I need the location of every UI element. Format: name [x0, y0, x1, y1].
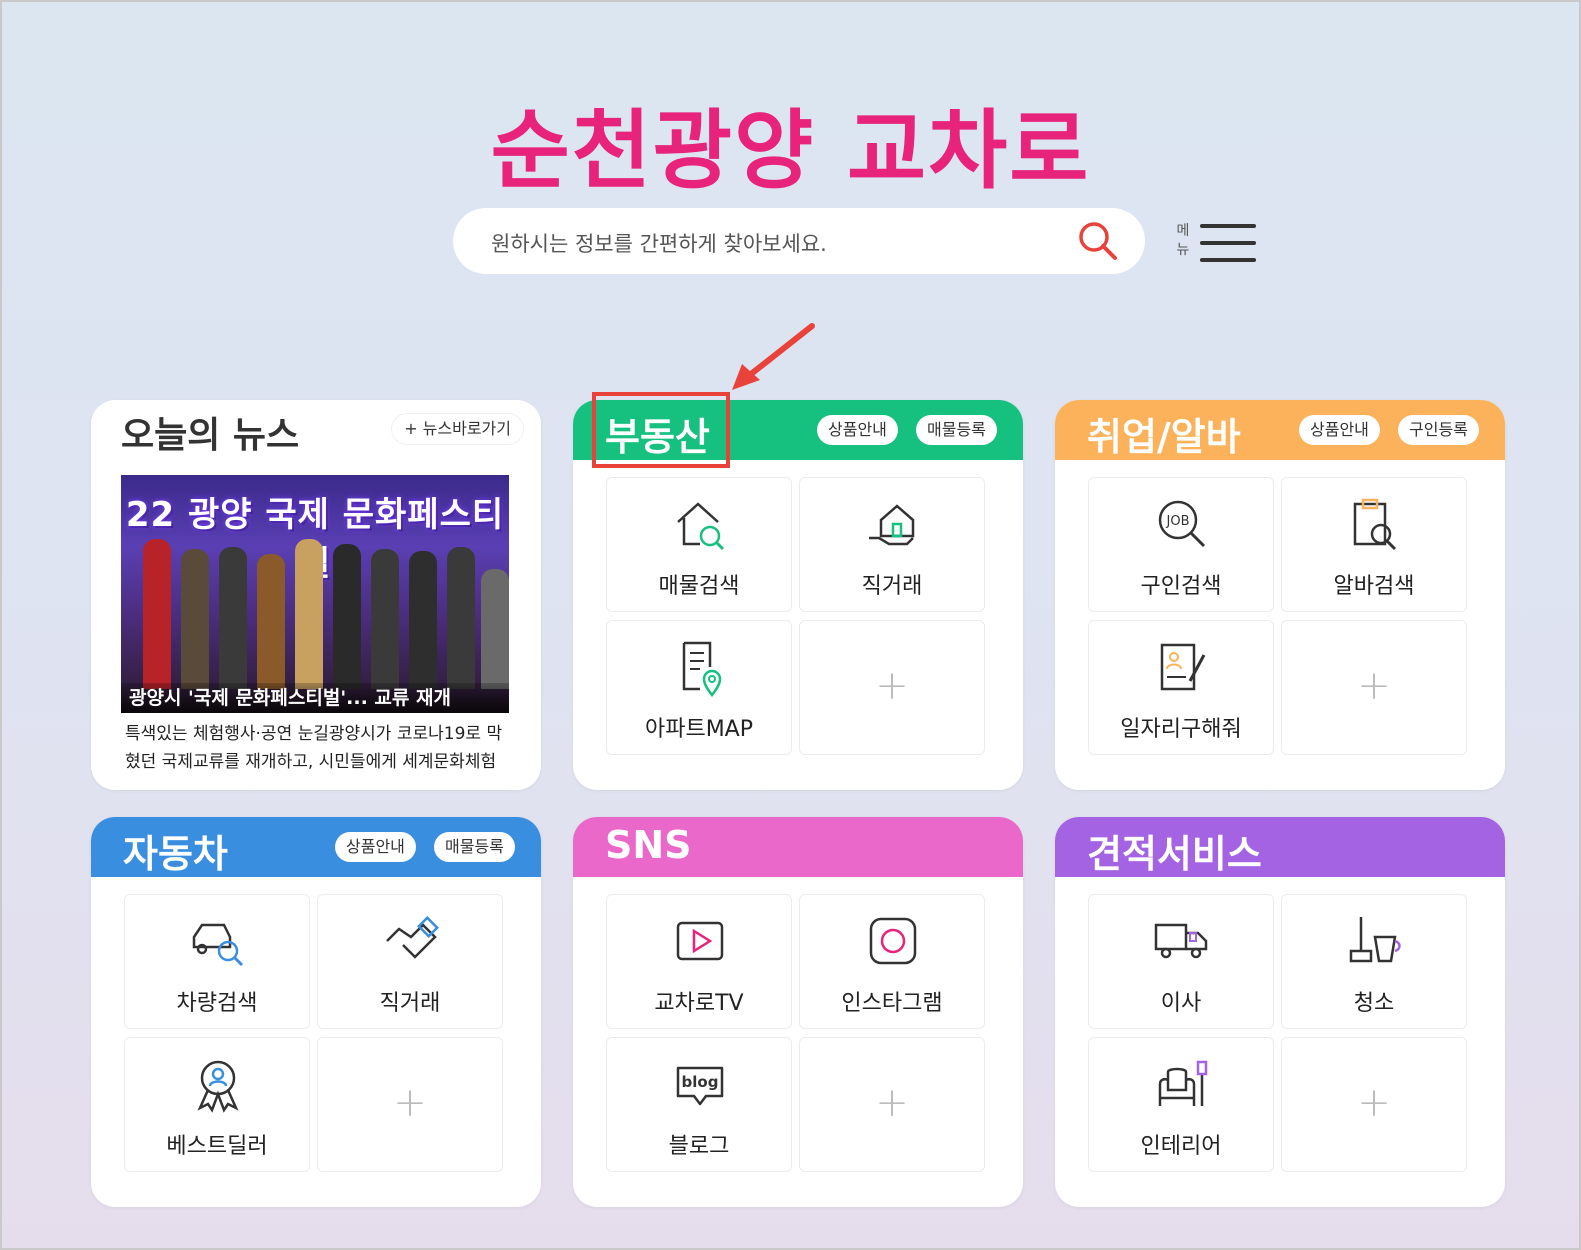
tile-job-search[interactable]: JOB 구인검색	[1088, 477, 1274, 612]
car-register-button[interactable]: 매물등록	[434, 832, 515, 862]
sns-header: SNS	[573, 817, 1023, 877]
armchair-lamp-icon	[1158, 1060, 1208, 1106]
tile-interior[interactable]: 인테리어	[1088, 1037, 1274, 1172]
tile-add[interactable]: +	[1281, 1037, 1467, 1172]
tile-add[interactable]: +	[799, 1037, 985, 1172]
tile-property-search[interactable]: 매물검색	[606, 477, 792, 612]
tile-moving[interactable]: 이사	[1088, 894, 1274, 1029]
truck-icon	[1154, 923, 1208, 959]
tile-add[interactable]: +	[1281, 620, 1467, 755]
plus-icon: +	[875, 1080, 909, 1126]
blog-icon: blog	[676, 1066, 724, 1106]
document-map-icon	[682, 641, 722, 697]
tile-apartment-map[interactable]: 아파트MAP	[606, 620, 792, 755]
tile-tv[interactable]: 교차로TV	[606, 894, 792, 1029]
menu-button[interactable]: 메뉴	[1170, 218, 1266, 268]
tile-cleaning[interactable]: 청소	[1281, 894, 1467, 1029]
annotation-arrow-icon	[732, 323, 815, 390]
svg-text:blog: blog	[682, 1073, 719, 1091]
news-link-button[interactable]: + 뉴스바로가기	[392, 414, 523, 444]
car-card: 자동차 상품안내 매물등록 차량검색 직거래 베스트딜러 +	[91, 817, 541, 1207]
jobs-register-button[interactable]: 구인등록	[1398, 415, 1479, 445]
jobs-card: 취업/알바 상품안내 구인등록 JOB 구인검색 알바검색 일자리구해줘 +	[1055, 400, 1505, 790]
jobs-header: 취업/알바 상품안내 구인등록	[1055, 400, 1505, 460]
jobs-title[interactable]: 취업/알바	[1087, 406, 1241, 461]
car-search-icon	[192, 923, 244, 967]
news-image-caption: 광양시 '국제 문화페스티벌'... 교류 재개	[121, 683, 509, 713]
plus-icon: +	[1357, 663, 1391, 709]
tile-car-direct-trade[interactable]: 직거래	[317, 894, 503, 1029]
news-image[interactable]: 22 광양 국제 문화페스티벌 광양시 '국제 문화페스티벌'... 교류 재개	[121, 475, 509, 713]
realestate-product-info-button[interactable]: 상품안내	[817, 415, 898, 445]
search-input[interactable]: 원하시는 정보를 간편하게 찾아보세요.	[491, 228, 827, 258]
plus-icon: +	[393, 1080, 427, 1126]
tile-parttime-search[interactable]: 알바검색	[1281, 477, 1467, 612]
plus-icon: +	[1357, 1080, 1391, 1126]
quote-title[interactable]: 견적서비스	[1087, 823, 1262, 878]
hamburger-icon	[1200, 224, 1256, 228]
tile-direct-trade[interactable]: 직거래	[799, 477, 985, 612]
quote-header: 견적서비스	[1055, 817, 1505, 877]
resume-pen-icon	[1160, 643, 1206, 691]
menu-label: 메뉴	[1176, 223, 1190, 258]
house-search-icon	[677, 502, 725, 551]
news-summary[interactable]: 특색있는 체험행사·공연 눈길광양시가 코로나19로 막혔던 국제교류를 재개하…	[125, 720, 510, 776]
search-bar[interactable]: 원하시는 정보를 간편하게 찾아보세요.	[453, 208, 1145, 274]
news-title: 오늘의 뉴스	[121, 415, 300, 456]
cleaning-icon	[1349, 917, 1401, 963]
tile-find-job[interactable]: 일자리구해줘	[1088, 620, 1274, 755]
sns-title[interactable]: SNS	[605, 823, 692, 867]
handshake-icon	[386, 916, 439, 959]
jobs-product-info-button[interactable]: 상품안내	[1299, 415, 1380, 445]
play-icon	[676, 921, 724, 961]
clipboard-person-icon	[1353, 498, 1397, 551]
job-search-icon: JOB	[1158, 500, 1206, 548]
instagram-icon	[869, 917, 917, 965]
quote-card: 견적서비스 이사 청소 인테리어 +	[1055, 817, 1505, 1207]
tile-add[interactable]: +	[317, 1037, 503, 1172]
plus-icon: +	[875, 663, 909, 709]
car-product-info-button[interactable]: 상품안내	[335, 832, 416, 862]
realestate-register-button[interactable]: 매물등록	[916, 415, 997, 445]
tile-instagram[interactable]: 인스타그램	[799, 894, 985, 1029]
search-icon[interactable]	[1077, 220, 1119, 266]
award-badge-icon	[197, 1060, 239, 1113]
news-card: 오늘의 뉴스 + 뉴스바로가기 22 광양 국제 문화페스티벌 광양시 '국제 …	[91, 400, 541, 790]
annotation-highlight-box	[592, 392, 730, 468]
svg-text:JOB: JOB	[1166, 514, 1190, 529]
car-title[interactable]: 자동차	[123, 823, 228, 878]
tile-car-search[interactable]: 차량검색	[124, 894, 310, 1029]
page-title: 순천광양 교차로	[490, 101, 1091, 201]
tile-blog[interactable]: blog 블로그	[606, 1037, 792, 1172]
sns-card: SNS 교차로TV 인스타그램 blog 블로그 +	[573, 817, 1023, 1207]
house-hand-icon	[869, 504, 915, 546]
car-header: 자동차 상품안내 매물등록	[91, 817, 541, 877]
tile-best-dealer[interactable]: 베스트딜러	[124, 1037, 310, 1172]
tile-add[interactable]: +	[799, 620, 985, 755]
